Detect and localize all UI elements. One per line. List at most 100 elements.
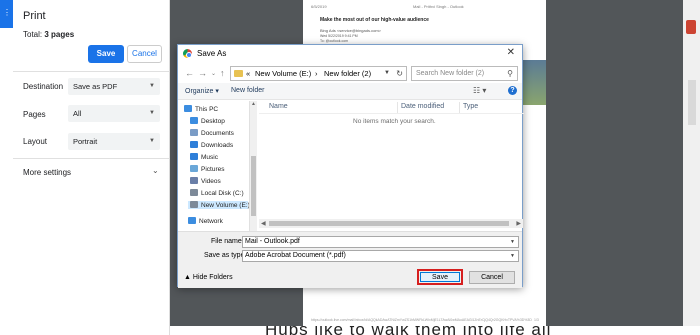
scroll-left-icon[interactable]: ◀ <box>261 220 266 227</box>
nav-item-label: New Volume (E:) <box>201 202 250 209</box>
column-divider[interactable] <box>459 102 460 113</box>
nav-item-this-pc[interactable]: This PC <box>184 105 218 113</box>
page-title: Print <box>23 10 46 22</box>
dialog-title: Save As <box>197 49 227 58</box>
organize-menu[interactable]: Organize ▾ <box>185 87 219 95</box>
chrome-icon <box>183 49 192 58</box>
chevron-down-icon[interactable]: ▼ <box>384 67 390 80</box>
nav-item-local-disk-c[interactable]: Local Disk (C:) <box>190 189 244 197</box>
dialog-save-button[interactable]: Save <box>420 272 460 282</box>
breadcrumb-new-folder-2[interactable]: New folder (2) <box>324 67 371 80</box>
close-tab-icon[interactable] <box>686 20 696 34</box>
horizontal-scrollbar[interactable]: ◀ ▶ <box>259 219 523 228</box>
dialog-cancel-button[interactable]: Cancel <box>469 271 515 284</box>
preview-footer-url: https://outlook.live.com/mail/inbox/id/A… <box>311 318 539 322</box>
nav-item-new-volume-e[interactable]: New Volume (E:) <box>188 201 250 209</box>
layout-label: Layout <box>23 137 48 146</box>
dialog-toolbar: Organize ▾ New folder ☷ ▾ ? <box>178 83 522 100</box>
nav-item-music[interactable]: Music <box>190 153 218 161</box>
folder-icon <box>234 70 243 77</box>
column-divider[interactable] <box>397 102 398 113</box>
nav-item-label: Music <box>201 154 218 161</box>
back-arrow-icon[interactable]: ← <box>185 68 194 78</box>
breadcrumb-overflow[interactable]: « <box>246 67 250 80</box>
empty-state-message: No items match your search. <box>353 118 436 125</box>
pages-label: Pages <box>23 110 46 119</box>
close-icon[interactable]: ✕ <box>507 47 515 58</box>
pictures-icon <box>190 165 198 172</box>
nav-item-label: This PC <box>195 106 219 113</box>
preview-heading: Make the most out of our high-value audi… <box>320 17 429 23</box>
print-settings-panel: ⋮⋮ Print Total: 3 pages Save Cancel Dest… <box>0 0 170 335</box>
layout-select[interactable]: Portrait ▼ <box>68 133 160 150</box>
save-as-dialog: Save As ✕ ← → ⌄ ↑ « New Volume (E:) › Ne… <box>177 44 524 288</box>
file-name-label: File name: <box>211 238 244 245</box>
view-options-icon[interactable]: ☷ ▾ <box>473 86 486 95</box>
chevron-down-icon[interactable]: ▼ <box>510 237 515 247</box>
divider <box>13 71 170 72</box>
preview-sender: Bing Ads <service@bingads.com> <box>320 28 381 33</box>
navigation-pane: This PC Desktop Documents Downloads Music Pic… <box>178 101 257 231</box>
highlight-box: Save <box>417 269 463 285</box>
drive-icon <box>190 201 198 208</box>
breadcrumb-new-volume[interactable]: New Volume (E:) <box>255 67 311 80</box>
breadcrumb-separator: › <box>315 69 318 78</box>
search-icon: ⚲ <box>507 69 513 78</box>
computer-icon <box>184 105 192 112</box>
documents-icon <box>190 129 198 136</box>
drive-icon <box>190 189 198 196</box>
right-edge-strip <box>683 0 700 335</box>
column-name[interactable]: Name <box>269 103 288 110</box>
chevron-down-icon[interactable]: ▼ <box>510 251 515 261</box>
new-folder-button[interactable]: New folder <box>231 87 264 94</box>
scroll-thumb[interactable] <box>269 221 509 226</box>
chevron-down-icon[interactable]: ⌄ <box>152 166 159 175</box>
downloads-icon <box>190 141 198 148</box>
destination-select[interactable]: Save as PDF ▼ <box>68 78 160 95</box>
refresh-icon[interactable]: ↻ <box>396 67 403 80</box>
hide-folders-toggle[interactable]: ▲ Hide Folders <box>184 274 233 281</box>
preview-header-date: 6/5/2019 <box>311 4 327 9</box>
videos-icon <box>190 177 198 184</box>
network-icon <box>188 217 196 224</box>
app-launcher[interactable]: ⋮⋮ <box>0 0 19 28</box>
recent-locations-icon[interactable]: ⌄ <box>211 70 216 77</box>
navigation-scrollbar[interactable]: ▲ <box>249 101 257 231</box>
help-icon[interactable]: ? <box>508 86 517 95</box>
print-save-button[interactable]: Save <box>88 45 124 63</box>
preview-image <box>523 60 546 105</box>
scroll-right-icon[interactable]: ▶ <box>516 220 521 227</box>
search-input[interactable]: Search New folder (2) ⚲ <box>411 66 518 81</box>
column-type[interactable]: Type <box>463 103 478 110</box>
nav-item-desktop[interactable]: Desktop <box>190 117 225 125</box>
nav-item-documents[interactable]: Documents <box>190 129 234 137</box>
nav-item-downloads[interactable]: Downloads <box>190 141 233 149</box>
save-as-type-select[interactable]: Adobe Acrobat Document (*.pdf) ▼ <box>242 250 519 262</box>
file-name-input[interactable]: Mail - Outlook.pdf ▼ <box>242 236 519 248</box>
nav-item-label: Videos <box>201 178 221 185</box>
print-cancel-button[interactable]: Cancel <box>127 45 162 63</box>
desktop-icon <box>190 117 198 124</box>
column-date-modified[interactable]: Date modified <box>401 103 444 110</box>
total-pages: Total: 3 pages <box>23 30 75 39</box>
chevron-down-icon: ▼ <box>149 83 155 89</box>
nav-item-videos[interactable]: Videos <box>190 177 221 185</box>
address-bar[interactable]: « New Volume (E:) › New folder (2) ▼ ↻ <box>230 66 407 81</box>
chevron-down-icon: ▼ <box>149 138 155 144</box>
pages-select[interactable]: All ▼ <box>68 105 160 122</box>
chevron-down-icon: ▼ <box>149 110 155 116</box>
nav-item-label: Desktop <box>201 118 225 125</box>
chevron-up-icon: ▲ <box>184 274 191 281</box>
nav-item-pictures[interactable]: Pictures <box>190 165 224 173</box>
forward-arrow-icon[interactable]: → <box>198 68 207 78</box>
scroll-thumb[interactable] <box>251 156 256 216</box>
dialog-titlebar[interactable]: Save As ✕ <box>178 45 522 63</box>
scroll-up-icon[interactable]: ▲ <box>251 101 256 107</box>
address-row: ← → ⌄ ↑ « New Volume (E:) › New folder (… <box>178 65 522 83</box>
nav-item-network[interactable]: Network <box>188 217 223 225</box>
up-arrow-icon[interactable]: ↑ <box>220 68 225 78</box>
more-settings-toggle[interactable]: More settings <box>23 168 71 177</box>
preview-header-title: Mail - Prithvi Singh - Outlook <box>413 4 464 9</box>
divider <box>13 158 170 159</box>
scrollbar[interactable] <box>688 80 696 125</box>
